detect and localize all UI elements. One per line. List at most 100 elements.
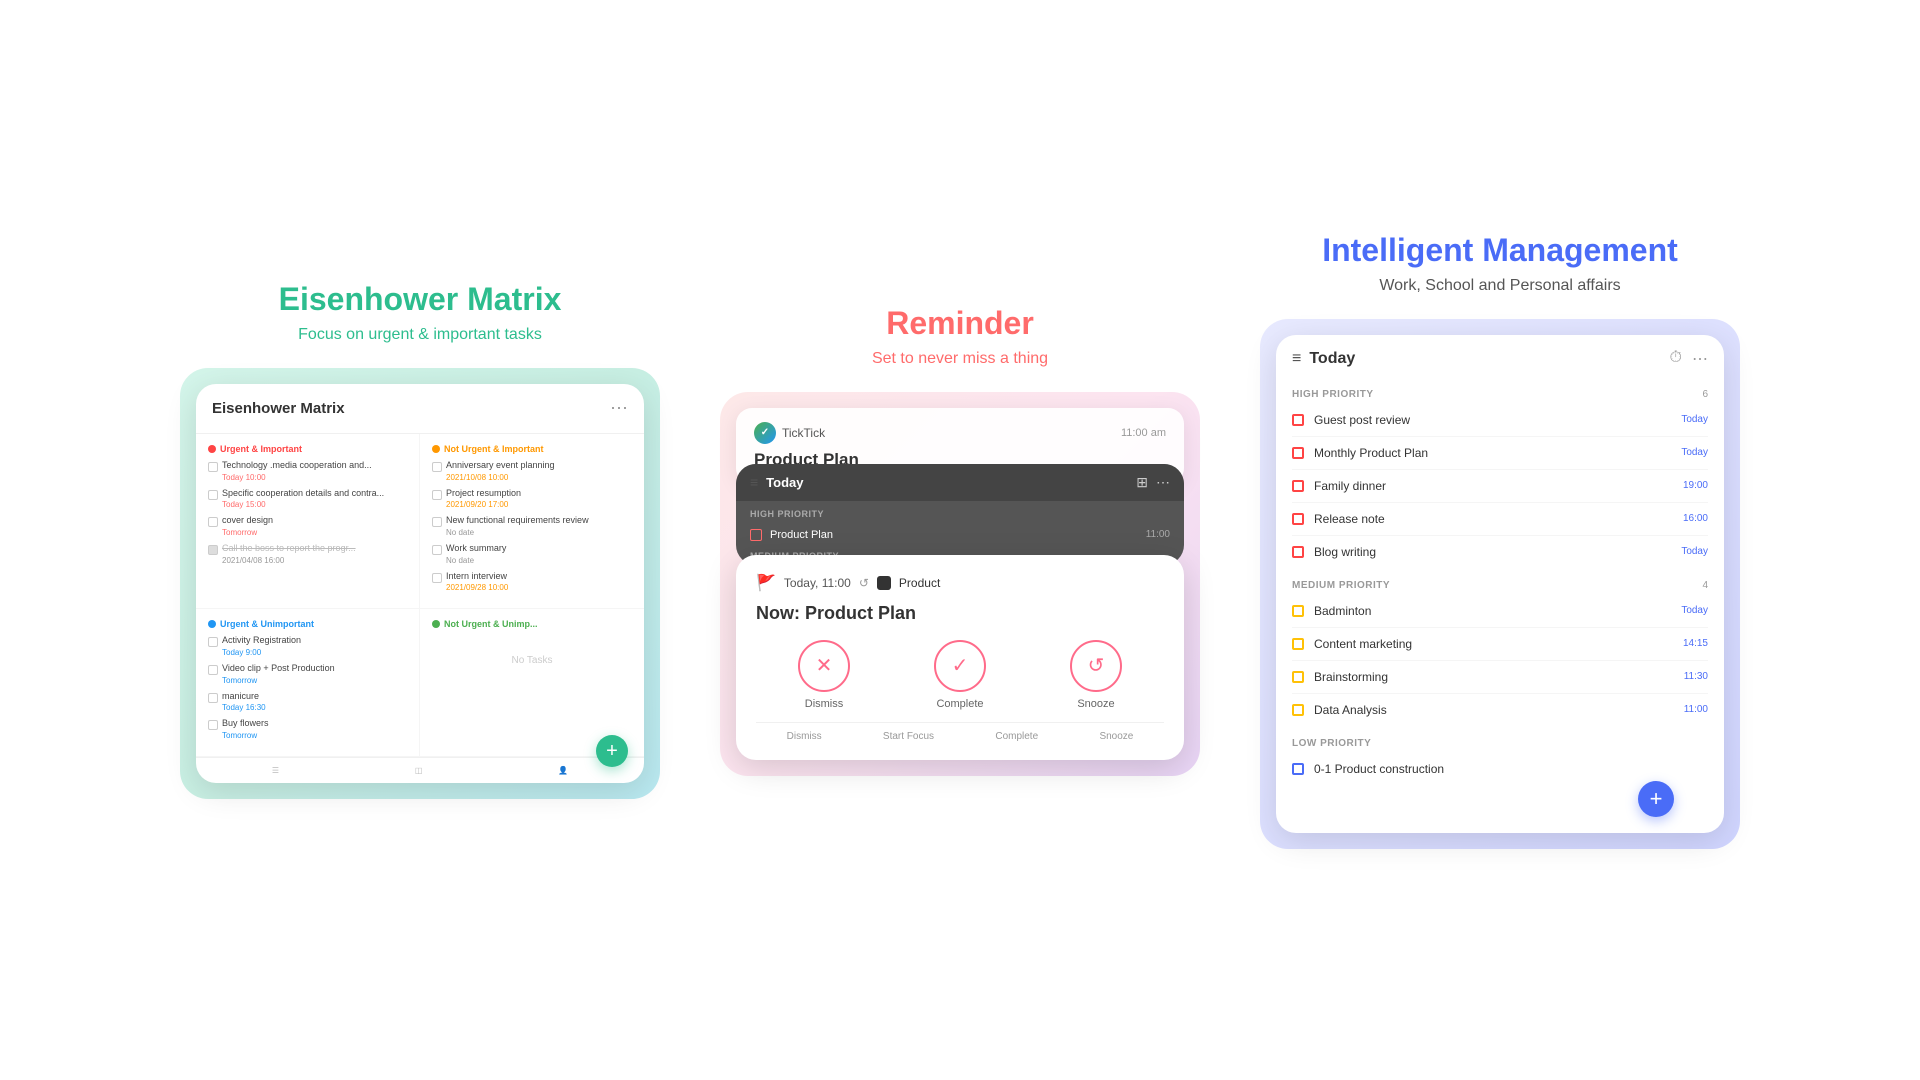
em-task-text: Activity Registration (222, 635, 301, 647)
em-checkbox[interactable] (208, 462, 218, 472)
im-task-time: Today (1681, 447, 1708, 458)
snooze-circle: ↺ (1070, 640, 1122, 692)
em-task-time: Today 16:30 (222, 703, 266, 712)
snooze-label: Snooze (1077, 698, 1114, 710)
im-task-time: 11:00 (1684, 704, 1708, 715)
im-add-button[interactable]: + (1638, 781, 1674, 817)
em-task-text: Anniversary event planning (446, 460, 555, 472)
em-checkbox[interactable] (208, 665, 218, 675)
im-divider (1292, 502, 1708, 503)
im-task-time: Today (1681, 414, 1708, 425)
im-task-time: 19:00 (1683, 480, 1708, 491)
im-task-row: Data Analysis 11:00 (1276, 696, 1724, 724)
em-task-text: cover design (222, 515, 273, 527)
ticktick-logo: ✓ (754, 422, 776, 444)
alarm-snooze-button[interactable]: ↺ Snooze (1070, 640, 1122, 710)
em-checkbox[interactable] (432, 462, 442, 472)
alarm-dismiss-button[interactable]: ✕ Dismiss (798, 640, 850, 710)
im-task-time: 11:30 (1684, 671, 1708, 682)
alarm-bottom-dismiss[interactable]: Dismiss (787, 731, 822, 742)
em-checkbox[interactable] (208, 720, 218, 730)
em-task-time: Tomorrow (222, 676, 335, 685)
alarm-bottom-snooze[interactable]: Snooze (1099, 731, 1133, 742)
reminder-phone-bg: ✓ TickTick 11:00 am Product Plan ≡ Today (720, 392, 1200, 776)
em-checkbox[interactable] (208, 490, 218, 500)
im-task-time: Today (1681, 605, 1708, 616)
alarm-complete-button[interactable]: ✓ Complete (934, 640, 986, 710)
em-task: Buy flowers Tomorrow (208, 718, 407, 740)
em-checkbox[interactable] (208, 517, 218, 527)
im-task-name: Content marketing (1314, 637, 1673, 651)
em-task-time-orange: 2021/09/28 10:00 (446, 583, 508, 592)
em-quadrant-3: Urgent & Unimportant Activity Registrati… (196, 609, 420, 757)
em-task-text: Video clip + Post Production (222, 663, 335, 675)
rp-task-row: Product Plan 11:00 (736, 523, 1184, 547)
em-task: Video clip + Post Production Tomorrow (208, 663, 407, 685)
im-priority-box-red (1292, 546, 1304, 558)
em-checkbox[interactable] (432, 517, 442, 527)
em-task-text-striked: Call the boss to report the progr... (222, 543, 356, 555)
rp-header-icons: ⊞ ⋯ (1136, 474, 1170, 491)
im-hamburger-icon[interactable]: ≡ (1292, 350, 1301, 368)
alarm-bottom-complete[interactable]: Complete (995, 731, 1038, 742)
alarm-meta: 🚩 Today, 11:00 ↺ Product (756, 573, 1164, 593)
app-name: TickTick (782, 426, 825, 440)
eisenhower-phone-screen: Eisenhower Matrix ⋯ Urgent & Important (196, 384, 644, 783)
dismiss-label: Dismiss (805, 698, 844, 710)
em-checkbox[interactable] (432, 573, 442, 583)
more-icon[interactable]: ⋯ (1156, 474, 1170, 491)
alarm-refresh-icon: ↺ (859, 576, 869, 590)
im-low-priority-label: LOW PRIORITY (1292, 738, 1371, 749)
im-priority-box-yellow (1292, 671, 1304, 683)
dismiss-circle: ✕ (798, 640, 850, 692)
im-task-name: Monthly Product Plan (1314, 446, 1671, 460)
hamburger-icon[interactable]: ≡ (750, 474, 758, 490)
intelligent-phone-bg: ≡ Today ⏱ ⋯ HIGH PRIORITY 6 Guest post r… (1260, 319, 1740, 849)
alarm-bottom-focus[interactable]: Start Focus (883, 731, 934, 742)
eisenhower-card: Eisenhower Matrix Focus on urgent & impo… (180, 281, 660, 799)
main-container: Eisenhower Matrix Focus on urgent & impo… (0, 192, 1920, 889)
im-timer-icon[interactable]: ⏱ (1670, 349, 1682, 369)
reminder-title: Reminder (886, 305, 1034, 342)
em-task-time-gray: No date (446, 528, 589, 537)
em-dots-icon[interactable]: ⋯ (610, 398, 628, 419)
layout-icon[interactable]: ⊞ (1136, 474, 1148, 491)
im-task-time: 14:15 (1683, 638, 1708, 649)
em-task: Intern interview 2021/09/28 10:00 (432, 571, 632, 593)
em-checkbox[interactable] (432, 545, 442, 555)
em-tab[interactable]: ☰ (272, 766, 279, 775)
em-quadrant-1: Urgent & Important Technology .media coo… (196, 434, 420, 609)
im-divider (1292, 436, 1708, 437)
im-more-icon[interactable]: ⋯ (1692, 349, 1708, 369)
em-empty-text: No Tasks (432, 635, 632, 686)
im-task-row: Content marketing 14:15 (1276, 630, 1724, 658)
em-task-text: Intern interview (446, 571, 508, 583)
rp-header-title: Today (766, 475, 803, 490)
em-task-time: Today 10:00 (222, 473, 372, 482)
reminder-stack: ✓ TickTick 11:00 am Product Plan ≡ Today (736, 408, 1184, 760)
im-task-time: Today (1681, 546, 1708, 557)
em-task: Technology .media cooperation and... Tod… (208, 460, 407, 482)
em-add-button[interactable]: + (596, 735, 628, 767)
im-high-priority-label: HIGH PRIORITY (1292, 389, 1374, 400)
im-header-icons: ⏱ ⋯ (1670, 349, 1708, 369)
reminder-card: Reminder Set to never miss a thing ✓ Tic… (720, 305, 1200, 776)
alarm-list-dot (877, 576, 891, 590)
em-task-time-gray: 2021/04/08 16:00 (222, 556, 356, 565)
intelligent-phone-screen: ≡ Today ⏱ ⋯ HIGH PRIORITY 6 Guest post r… (1276, 335, 1724, 833)
alarm-list-name: Product (899, 576, 940, 590)
em-task: manicure Today 16:30 (208, 691, 407, 713)
em-checkbox[interactable] (432, 490, 442, 500)
rp-task-checkbox[interactable] (750, 529, 762, 541)
em-checkbox[interactable] (208, 637, 218, 647)
em-checkbox[interactable] (208, 693, 218, 703)
em-header-title: Eisenhower Matrix (212, 400, 345, 417)
im-task-row: Blog writing Today (1276, 538, 1724, 566)
alarm-bottom-bar: Dismiss Start Focus Complete Snooze (756, 722, 1164, 742)
eisenhower-phone-bg: Eisenhower Matrix ⋯ Urgent & Important (180, 368, 660, 799)
em-checkbox-checked[interactable] (208, 545, 218, 555)
em-tab[interactable]: 👤 (558, 766, 568, 775)
em-tab[interactable]: ◫ (415, 766, 423, 775)
complete-label: Complete (936, 698, 983, 710)
alarm-task-title: Now: Product Plan (756, 603, 1164, 624)
